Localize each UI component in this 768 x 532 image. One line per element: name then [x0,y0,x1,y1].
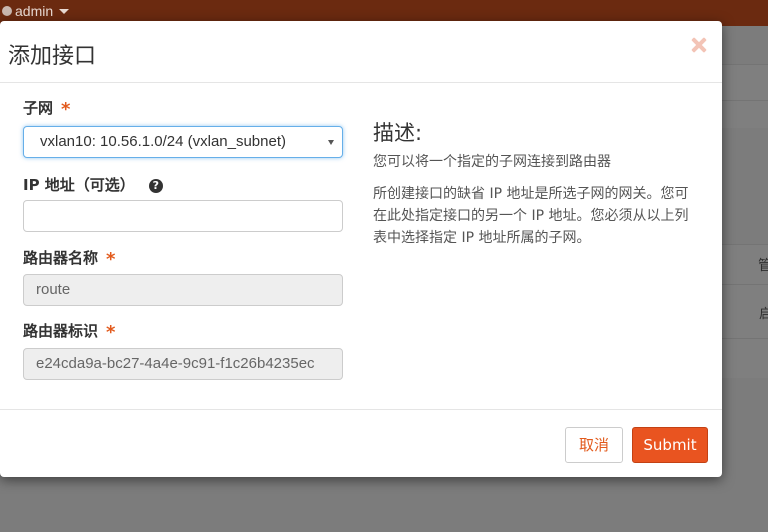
close-icon[interactable] [688,35,710,57]
subnet-select-value: vxlan10: 10.56.1.0/24 (vxlan_subnet) [40,133,286,150]
background-column-header: 管 [758,258,768,274]
user-icon [2,6,12,16]
required-asterisk: * [61,99,71,120]
subnet-label: 子网 * [23,97,70,120]
router-id-field: e24cda9a-bc27-4a4e-9c91-f1c26b4235ec [23,348,343,380]
ip-address-label-text: IP 地址（可选） [23,176,135,194]
chevron-down-icon [59,8,70,14]
modal-footer: 取消 Submit [0,409,722,477]
add-interface-dialog: 添加接口 子网 * vxlan10: 10.56.1.0/24 (vxlan_su… [0,21,722,477]
subnet-select[interactable]: vxlan10: 10.56.1.0/24 (vxlan_subnet) [23,126,343,158]
user-name: admin [15,3,54,19]
description-para-2: 所创建接口的缺省 IP 地址是所选子网的网关。您可在此处指定接口的另一个 IP … [373,186,689,246]
help-icon[interactable]: ? [148,179,163,193]
select-arrow-icon [328,140,334,145]
description-title: 描述: [373,121,423,145]
router-id-label-text: 路由器标识 [23,322,99,340]
modal-title: 添加接口 [8,44,97,69]
cancel-button[interactable]: 取消 [565,427,623,463]
required-asterisk: * [106,322,116,343]
background-row [722,338,768,378]
background-row [722,64,768,100]
ip-address-label: IP 地址（可选）? [23,174,163,195]
background-cell: 启 [759,307,768,322]
router-name-field: route [23,274,343,306]
description-para-1: 您可以将一个指定的子网连接到路由器 [373,154,611,170]
user-menu[interactable]: admin [2,3,70,19]
required-asterisk: * [106,249,116,270]
router-id-label: 路由器标识 * [23,320,115,343]
ip-address-input[interactable] [23,200,343,232]
modal-header: 添加接口 [0,21,722,83]
subnet-label-text: 子网 [23,99,54,117]
router-name-label-text: 路由器名称 [23,249,99,267]
background-row [722,100,768,128]
router-name-label: 路由器名称 * [23,247,115,270]
submit-button[interactable]: Submit [632,427,708,463]
